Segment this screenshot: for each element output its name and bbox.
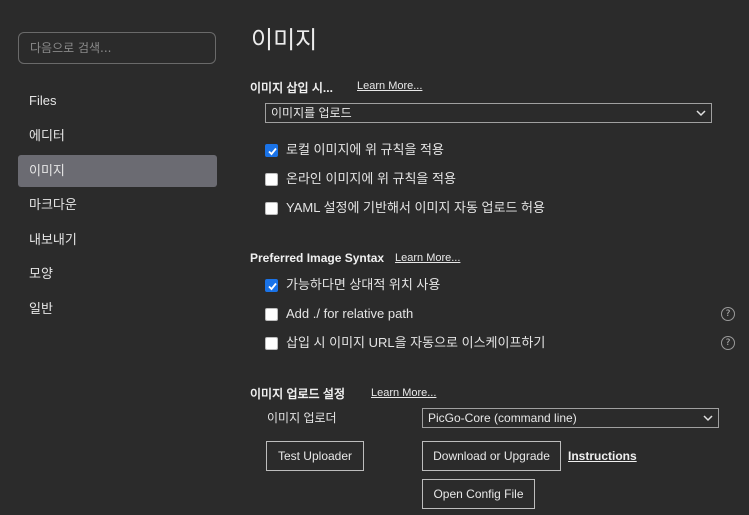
checkbox-unchecked[interactable]: [265, 202, 278, 215]
search-input[interactable]: [19, 33, 215, 63]
sidebar-item-image[interactable]: 이미지: [18, 155, 217, 187]
insert-option-local-label: 로컬 이미지에 위 규칙을 적용: [286, 142, 444, 157]
uploader-label: 이미지 업로더: [267, 411, 337, 425]
insert-learn-more-link[interactable]: Learn More...: [357, 80, 422, 92]
test-uploader-button[interactable]: Test Uploader: [266, 441, 364, 471]
checkbox-checked[interactable]: [265, 144, 278, 157]
page-title: 이미지: [251, 27, 318, 54]
chevron-down-icon: [696, 110, 706, 117]
sidebar-item-appearance[interactable]: 모양: [18, 258, 217, 290]
checkbox-unchecked[interactable]: [265, 173, 278, 186]
insert-action-select[interactable]: 이미지를 업로드: [265, 103, 712, 123]
checkbox-unchecked[interactable]: [265, 308, 278, 321]
syntax-option-dot-slash-label: Add ./ for relative path: [286, 306, 414, 321]
uploader-select-value: PicGo-Core (command line): [428, 411, 577, 425]
settings-sidebar: Files 에디터 이미지 마크다운 내보내기 모양 일반: [0, 0, 232, 515]
insert-section-heading: 이미지 삽입 시...: [250, 81, 333, 95]
sidebar-item-markdown[interactable]: 마크다운: [18, 189, 217, 221]
download-upgrade-button[interactable]: Download or Upgrade: [422, 441, 561, 471]
checkbox-unchecked[interactable]: [265, 337, 278, 350]
sidebar-item-export[interactable]: 내보내기: [18, 224, 217, 256]
syntax-section-heading: Preferred Image Syntax: [250, 251, 385, 265]
insert-option-yaml-label: YAML 설정에 기반해서 이미지 자동 업로드 허용: [286, 200, 545, 215]
syntax-learn-more-link[interactable]: Learn More...: [395, 252, 460, 264]
settings-main: 이미지 이미지 삽입 시... Learn More... 이미지를 업로드 로…: [232, 0, 749, 515]
instructions-link[interactable]: Instructions: [568, 449, 637, 463]
help-icon[interactable]: ?: [721, 336, 735, 350]
sidebar-item-editor[interactable]: 에디터: [18, 120, 217, 152]
insert-option-online-label: 온라인 이미지에 위 규칙을 적용: [286, 171, 456, 186]
upload-learn-more-link[interactable]: Learn More...: [371, 387, 436, 399]
checkbox-checked[interactable]: [265, 279, 278, 292]
open-config-file-button[interactable]: Open Config File: [422, 479, 535, 509]
uploader-select[interactable]: PicGo-Core (command line): [422, 408, 719, 428]
sidebar-item-general[interactable]: 일반: [18, 293, 217, 325]
syntax-option-relative-label: 가능하다면 상대적 위치 사용: [286, 277, 441, 292]
search-box: [18, 32, 216, 64]
syntax-option-escape-url-label: 삽입 시 이미지 URL을 자동으로 이스케이프하기: [286, 335, 546, 350]
sidebar-item-files[interactable]: Files: [18, 85, 217, 117]
chevron-down-icon: [703, 415, 713, 422]
help-icon[interactable]: ?: [721, 307, 735, 321]
upload-section-heading: 이미지 업로드 설정: [250, 387, 345, 401]
insert-action-select-value: 이미지를 업로드: [271, 106, 352, 120]
